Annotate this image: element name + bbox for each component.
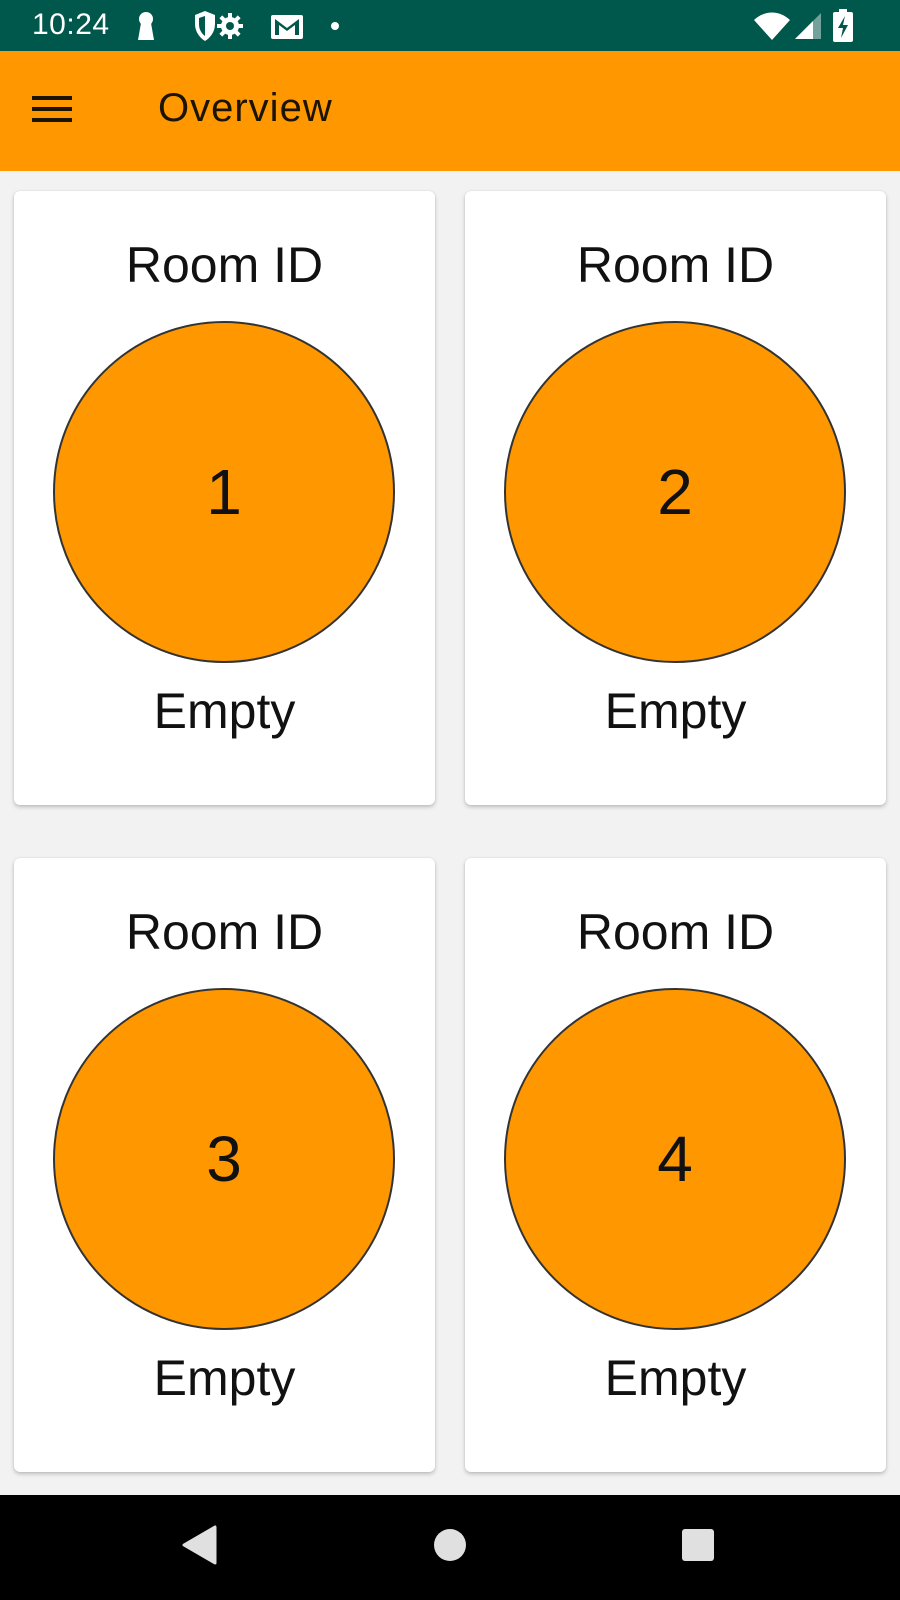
notification-dot-icon bbox=[328, 0, 342, 51]
room-number: 4 bbox=[657, 1123, 693, 1195]
room-status: Empty bbox=[604, 1350, 747, 1406]
gmail-icon bbox=[270, 0, 304, 51]
status-time: 10:24 bbox=[32, 8, 110, 41]
menu-button[interactable] bbox=[22, 81, 82, 141]
room-circle: 2 bbox=[504, 321, 846, 663]
hamburger-menu-icon bbox=[30, 93, 74, 130]
navigation-bar bbox=[0, 1495, 900, 1600]
room-status: Empty bbox=[604, 683, 747, 739]
room-grid: Room ID 1 Empty Room ID 2 Empty Room ID … bbox=[0, 171, 900, 1495]
signal-icon bbox=[792, 0, 824, 51]
room-id-label: Room ID bbox=[125, 237, 324, 293]
keyhole-icon bbox=[133, 0, 159, 51]
room-id-label: Room ID bbox=[125, 904, 324, 960]
recents-button[interactable] bbox=[668, 1517, 728, 1577]
room-id-label: Room ID bbox=[576, 237, 775, 293]
status-bar: 10:24 bbox=[0, 0, 900, 51]
room-card-2[interactable]: Room ID 2 Empty bbox=[465, 191, 886, 805]
room-card-3[interactable]: Room ID 3 Empty bbox=[14, 858, 435, 1472]
page-title: Overview bbox=[158, 86, 333, 130]
wifi-icon bbox=[752, 0, 792, 51]
back-icon bbox=[181, 1525, 217, 1570]
room-card-1[interactable]: Room ID 1 Empty bbox=[14, 191, 435, 805]
room-card-4[interactable]: Room ID 4 Empty bbox=[465, 858, 886, 1472]
home-button[interactable] bbox=[420, 1517, 480, 1577]
room-circle: 3 bbox=[53, 988, 395, 1330]
battery-charging-icon bbox=[828, 0, 858, 51]
room-circle: 1 bbox=[53, 321, 395, 663]
home-icon bbox=[433, 1528, 467, 1567]
room-number: 3 bbox=[206, 1123, 242, 1195]
room-number: 1 bbox=[206, 456, 242, 528]
recents-icon bbox=[681, 1528, 715, 1567]
back-button[interactable] bbox=[169, 1517, 229, 1577]
room-status: Empty bbox=[153, 1350, 296, 1406]
room-circle: 4 bbox=[504, 988, 846, 1330]
room-id-label: Room ID bbox=[576, 904, 775, 960]
shield-gear-icon bbox=[190, 0, 246, 51]
app-bar: Overview bbox=[0, 51, 900, 171]
screen: 10:24 Overview Room ID 1 Empty Room ID 2… bbox=[0, 0, 900, 1600]
room-number: 2 bbox=[657, 456, 693, 528]
room-status: Empty bbox=[153, 683, 296, 739]
